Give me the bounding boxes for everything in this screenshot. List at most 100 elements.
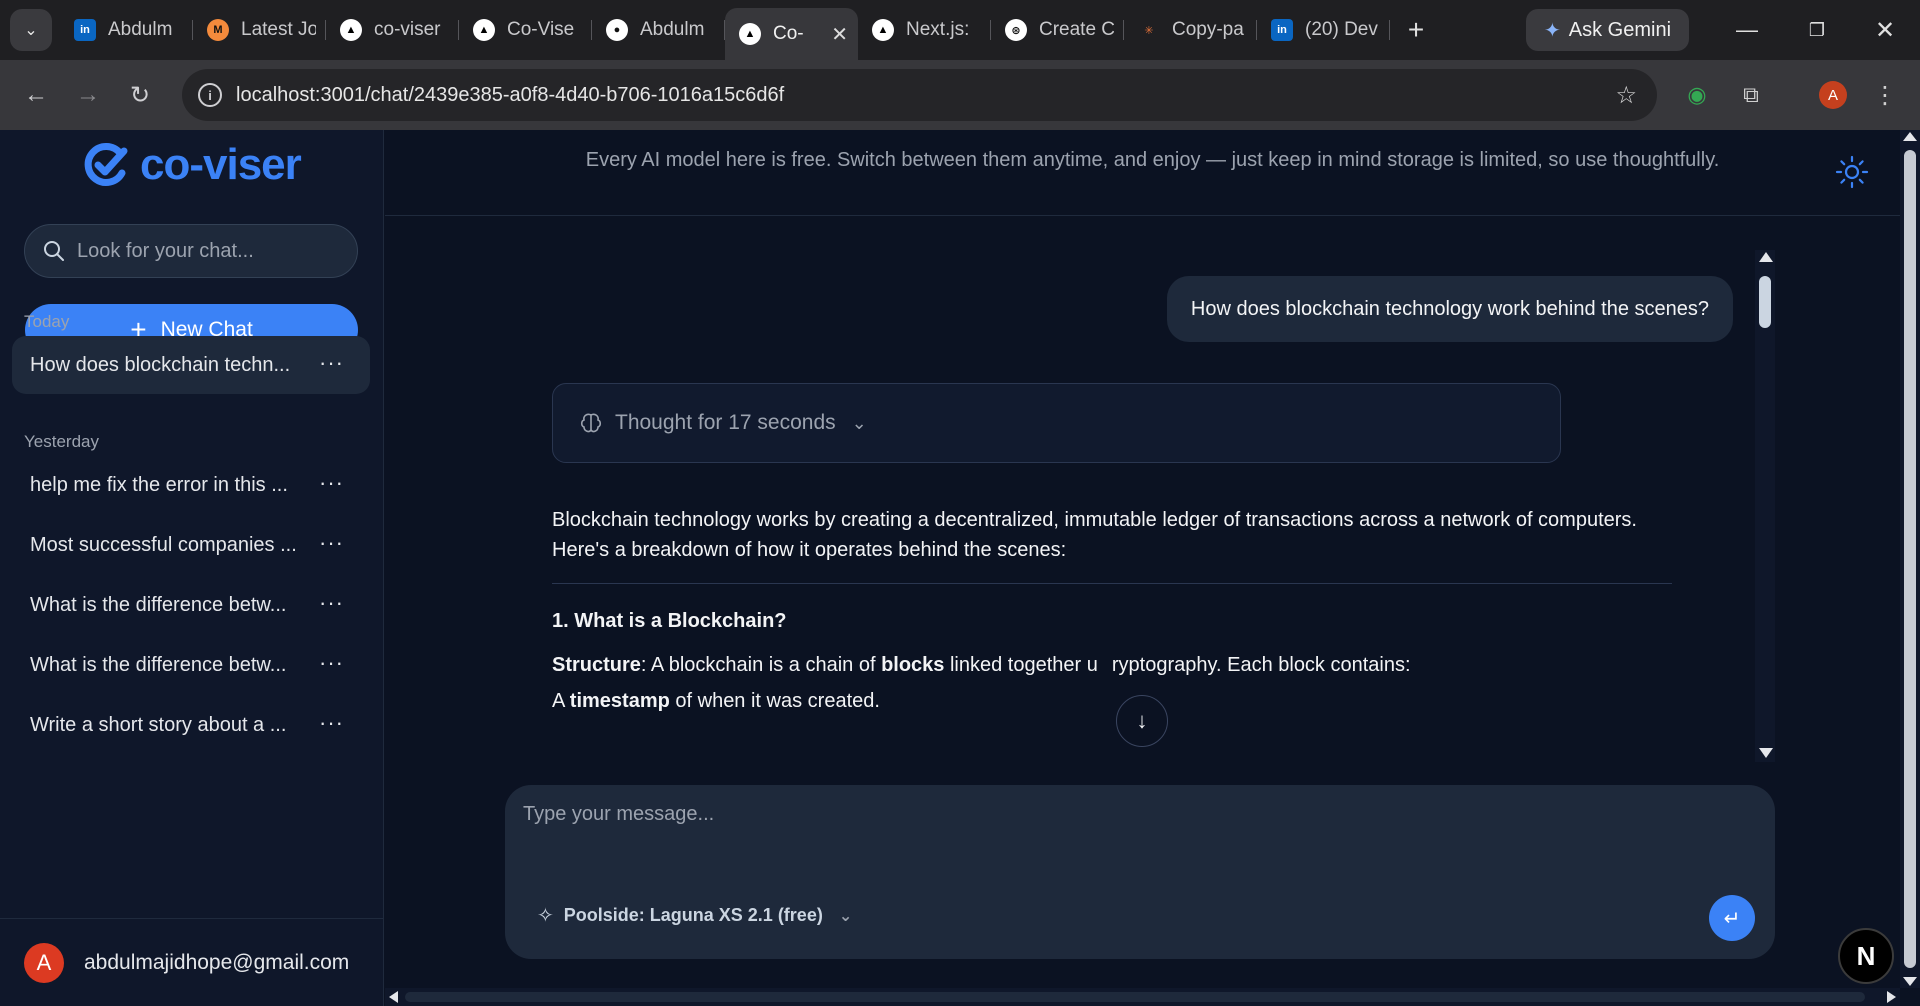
model-selector[interactable]: ✧ Poolside: Laguna XS 2.1 (free) ⌄ (537, 903, 852, 928)
openai-icon: ⊛ (1005, 19, 1027, 41)
more-options-icon[interactable]: ··· (319, 530, 344, 556)
ask-gemini-button[interactable]: ✦ Ask Gemini (1526, 9, 1690, 51)
extensions-puzzle-icon[interactable]: ⧉ (1730, 74, 1772, 116)
page-scroll-left-icon[interactable] (389, 991, 398, 1003)
site-info-icon[interactable]: i (198, 83, 222, 107)
sidebar-chat-item[interactable]: What is the difference betw... ··· (12, 576, 370, 634)
browser-address-bar: ← → ↻ i localhost:3001/chat/2439e385-a0f… (0, 60, 1920, 130)
forward-arrow-icon[interactable]: → (62, 69, 114, 121)
structure-label: Structure (552, 654, 641, 676)
nextjs-dev-badge[interactable]: N (1838, 928, 1894, 984)
more-options-icon[interactable]: ··· (319, 470, 344, 496)
user-avatar: A (24, 942, 64, 983)
browser-tab[interactable]: ✳ Copy-pa (1124, 8, 1257, 52)
message-input[interactable] (523, 803, 1673, 863)
browser-tab[interactable]: ▲ Next.js: (858, 8, 991, 52)
linkedin-icon: in (74, 19, 96, 41)
structure-text-2: linked together u (944, 654, 1098, 676)
browser-tab[interactable]: in Abdulm (60, 8, 193, 52)
chat-title: Most successful companies ... (30, 533, 297, 556)
tab-label: co-viser (374, 19, 441, 40)
github-icon: ● (606, 19, 628, 41)
chevron-down-icon: ⌄ (851, 412, 867, 433)
page-hscroll-thumb[interactable] (405, 992, 1865, 1002)
assistant-structure-paragraph: Structure: A blockchain is a chain of bl… (552, 650, 1672, 680)
browser-tab[interactable]: ⊛ Create C (991, 8, 1124, 52)
user-account-row[interactable]: A abdulmajidhope@gmail.com (0, 918, 384, 1006)
page-scroll-down-icon[interactable] (1903, 977, 1917, 986)
sidebar-chat-item[interactable]: help me fix the error in this ... ··· (12, 456, 370, 514)
co-viser-logo-icon (84, 143, 128, 186)
sidebar-chat-item[interactable]: Most successful companies ... ··· (12, 516, 370, 574)
browser-tab[interactable]: ● Abdulm (592, 8, 725, 52)
message-list: How does blockchain technology work behi… (385, 250, 1775, 762)
messages-scrollbar[interactable] (1755, 250, 1775, 762)
sun-theme-toggle-icon[interactable] (1834, 154, 1870, 190)
tab-label: Abdulm (108, 19, 173, 40)
bookmark-star-icon[interactable]: ☆ (1615, 81, 1637, 110)
sparkles-icon: ✧ (537, 905, 554, 927)
close-window-icon[interactable]: ✕ (1850, 0, 1920, 60)
tab-label: Next.js: (906, 19, 970, 40)
sidebar-chat-item[interactable]: How does blockchain techn... ··· (12, 336, 370, 394)
tab-search-chevron-icon[interactable]: ⌄ (10, 9, 52, 51)
timestamp-bold: timestamp (569, 690, 670, 712)
vercel-triangle-icon: ▲ (340, 19, 362, 41)
more-options-icon[interactable]: ··· (319, 650, 344, 676)
assistant-intro: Blockchain technology works by creating … (552, 509, 1637, 561)
tab-label: Latest Jo (241, 19, 316, 40)
ask-gemini-label: Ask Gemini (1568, 18, 1672, 41)
browser-tab[interactable]: in (20) Dev (1257, 8, 1390, 52)
chat-search[interactable] (24, 224, 358, 278)
vercel-triangle-icon: ▲ (872, 19, 894, 41)
reload-icon[interactable]: ↻ (114, 69, 166, 121)
chat-main: Every AI model here is free. Switch betw… (385, 130, 1920, 1006)
vercel-triangle-icon: ▲ (473, 19, 495, 41)
close-tab-icon[interactable]: ✕ (831, 22, 848, 47)
scroll-down-arrow-icon[interactable] (1759, 748, 1773, 758)
logo-text: co-viser (140, 140, 302, 189)
restore-window-icon[interactable]: ❐ (1782, 0, 1852, 60)
browser-tab[interactable]: M Latest Jo (193, 8, 326, 52)
url-omnibox[interactable]: i localhost:3001/chat/2439e385-a0f8-4d40… (182, 69, 1657, 121)
page-scroll-up-icon[interactable] (1903, 132, 1917, 141)
vercel-triangle-icon: ▲ (739, 23, 761, 45)
grammarly-extension-icon[interactable]: ◉ (1676, 74, 1718, 116)
page-vertical-scrollbar[interactable] (1900, 130, 1920, 988)
tab-label: Abdulm (640, 19, 705, 40)
scroll-up-arrow-icon[interactable] (1759, 252, 1773, 262)
app-logo[interactable]: co-viser (82, 140, 302, 190)
chat-search-input[interactable] (77, 239, 337, 263)
gemini-sparkle-icon: ✦ (1544, 19, 1561, 42)
user-email: abdulmajidhope@gmail.com (84, 950, 350, 974)
thought-toggle[interactable]: Thought for 17 seconds ⌄ (552, 383, 1561, 463)
more-options-icon[interactable]: ··· (319, 350, 344, 376)
send-enter-icon[interactable]: ↵ (1709, 895, 1755, 941)
browser-tab[interactable]: ▲ Co-Vise (459, 8, 592, 52)
medium-m-icon: M (207, 19, 229, 41)
scroll-to-bottom-arrow-icon[interactable]: ↓ (1116, 695, 1168, 747)
structure-bold: blocks (881, 654, 945, 676)
profile-avatar[interactable]: A (1812, 74, 1854, 116)
browser-tab[interactable]: ▲ Co- ✕ (725, 8, 858, 60)
model-label: Poolside: Laguna XS 2.1 (free) (563, 905, 823, 925)
assistant-timestamp-paragraph: A timestamp of when it was created. (552, 686, 1672, 716)
chat-title: How does blockchain techn... (30, 353, 291, 376)
chat-title: What is the difference betw... (30, 593, 287, 616)
browser-tab[interactable]: ▲ co-viser (326, 8, 459, 52)
new-tab-button[interactable]: + (1396, 10, 1436, 50)
yesterday-group-label: Yesterday (24, 432, 99, 451)
page-scroll-thumb[interactable] (1904, 150, 1916, 968)
app-root: co-viser + New Chat Today How does block… (0, 130, 1920, 1006)
scrollbar-thumb[interactable] (1759, 276, 1771, 328)
url-text[interactable]: localhost:3001/chat/2439e385-a0f8-4d40-b… (236, 84, 784, 107)
more-options-icon[interactable]: ··· (319, 710, 344, 736)
page-horizontal-scrollbar[interactable] (385, 988, 1900, 1006)
page-scroll-right-icon[interactable] (1887, 991, 1896, 1003)
back-arrow-icon[interactable]: ← (10, 69, 62, 121)
minimize-window-icon[interactable]: — (1712, 0, 1782, 60)
sidebar-chat-item[interactable]: What is the difference betw... ··· (12, 636, 370, 694)
browser-menu-icon[interactable]: ⋮ (1864, 74, 1906, 116)
sidebar-chat-item[interactable]: Write a short story about a ... ··· (12, 696, 370, 754)
more-options-icon[interactable]: ··· (319, 590, 344, 616)
